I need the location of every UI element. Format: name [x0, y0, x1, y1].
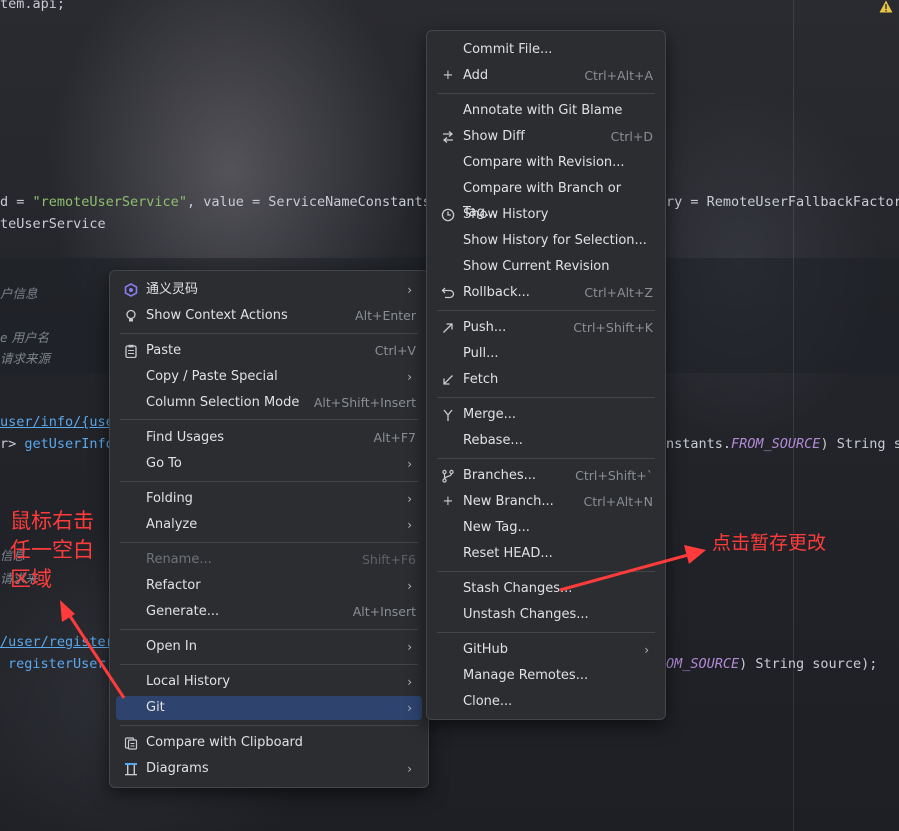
annotation-arrows — [60, 545, 706, 699]
annotation-arrow-to-git — [60, 600, 126, 699]
annotation-arrow-to-stash — [559, 545, 706, 592]
annotation-left-note: 鼠标右击 任一空白 区域 — [10, 509, 94, 591]
annotation-right-note: 点击暂存更改 — [712, 532, 827, 554]
